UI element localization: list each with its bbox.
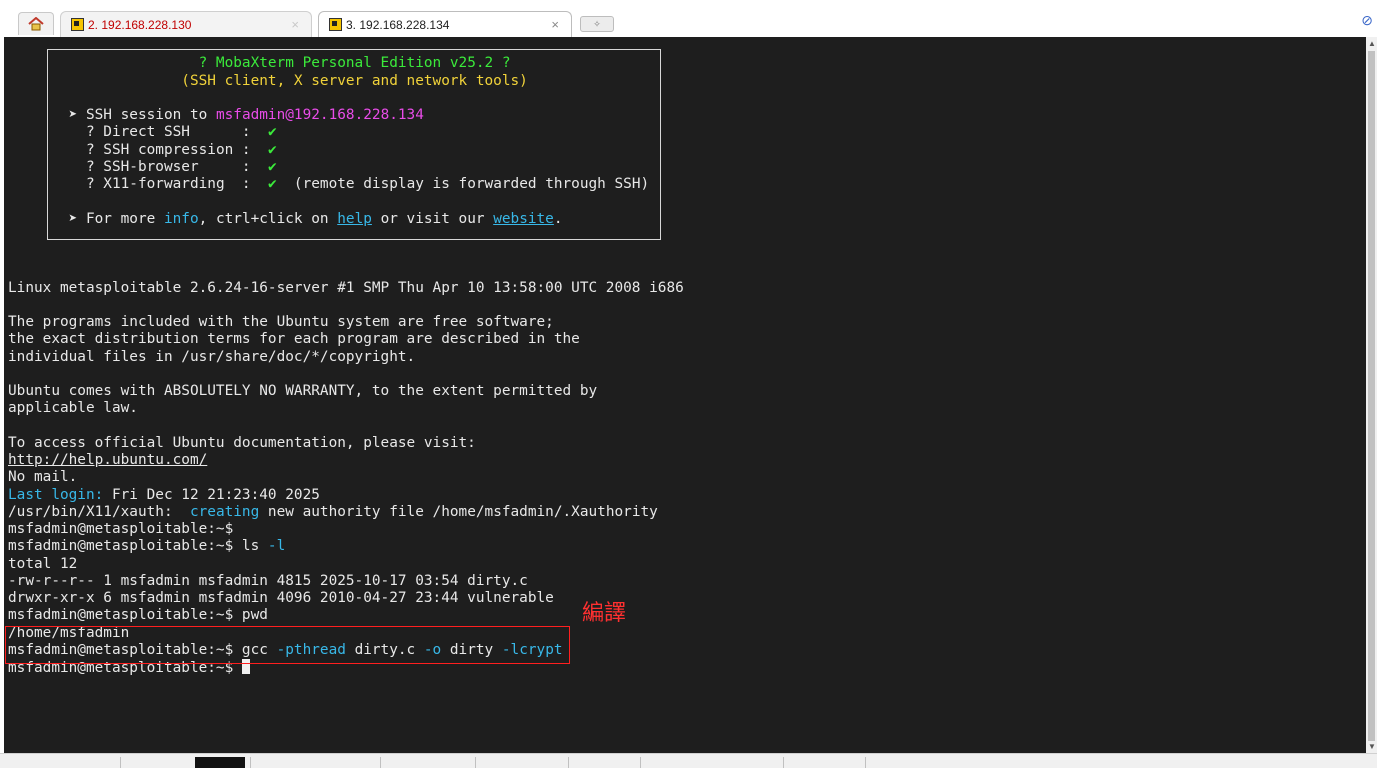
file-row: -rw-r--r-- 1 msfadmin msfadmin 4815 2025… xyxy=(8,572,528,589)
taskbar-item[interactable] xyxy=(640,757,641,768)
ubuntu-help-link[interactable]: http://help.ubuntu.com/ xyxy=(8,452,207,468)
banner-title: ? MobaXterm Personal Edition v25.2 ? xyxy=(198,55,511,72)
check-icon: ✔ xyxy=(267,124,277,141)
session-target: msfadmin@192.168.228.134 xyxy=(215,107,424,123)
paperclip-icon[interactable]: ⊘ xyxy=(1361,12,1373,29)
taskbar-item[interactable] xyxy=(865,757,866,768)
uname-line: Linux metasploitable 2.6.24-16-server #1… xyxy=(8,279,684,296)
prompt: msfadmin@metasploitable:~$ xyxy=(8,521,234,537)
prompt: msfadmin@metasploitable:~$ xyxy=(8,607,234,624)
vertical-scrollbar[interactable]: ▲ ▼ xyxy=(1366,37,1377,753)
taskbar-item[interactable] xyxy=(783,757,784,768)
check-icon: ✔ xyxy=(267,141,277,158)
tab-label: 3. 192.168.228.134 xyxy=(346,17,450,32)
taskbar-item[interactable] xyxy=(250,757,251,768)
terminal-output: ? MobaXterm Personal Edition v25.2 ? (SS… xyxy=(8,55,684,676)
tab-session-2[interactable]: 2. 192.168.228.130 × xyxy=(60,11,312,37)
ssh-terminal-icon xyxy=(329,18,342,31)
taskbar-item[interactable] xyxy=(195,757,245,768)
check-icon: ✔ xyxy=(267,158,277,175)
scroll-up-icon[interactable]: ▲ xyxy=(1368,39,1376,48)
taskbar-item[interactable] xyxy=(380,757,381,768)
tab-session-3[interactable]: 3. 192.168.228.134 × xyxy=(318,11,572,37)
prompt: msfadmin@metasploitable:~$ xyxy=(8,538,234,555)
ssh-terminal-icon xyxy=(71,18,84,31)
website-link[interactable]: website xyxy=(493,211,554,227)
info-text: info xyxy=(163,210,199,227)
new-tab-icon[interactable]: ✧ xyxy=(580,16,614,32)
highlight-box xyxy=(5,626,570,664)
scroll-down-icon[interactable]: ▼ xyxy=(1368,742,1376,751)
taskbar-item[interactable] xyxy=(475,757,476,768)
taskbar-strip xyxy=(0,753,1377,768)
annotation-label: 編譯 xyxy=(582,601,627,626)
tab-bar: 2. 192.168.228.130 × 3. 192.168.228.134 … xyxy=(0,0,1377,37)
taskbar-item[interactable] xyxy=(568,757,569,768)
scrollbar-thumb[interactable] xyxy=(1368,51,1375,741)
check-icon: ✔ xyxy=(267,176,277,192)
taskbar-item[interactable] xyxy=(120,757,121,768)
terminal-view[interactable]: ? MobaXterm Personal Edition v25.2 ? (SS… xyxy=(4,37,1366,753)
tab-label: 2. 192.168.228.130 xyxy=(88,17,192,32)
banner-subtitle: (SSH client, X server and network tools) xyxy=(181,72,528,89)
home-button[interactable] xyxy=(18,12,54,35)
tab-close-icon[interactable]: × xyxy=(551,17,559,32)
home-icon xyxy=(28,17,44,31)
tab-close-icon[interactable]: × xyxy=(291,17,299,32)
help-link[interactable]: help xyxy=(337,211,372,227)
